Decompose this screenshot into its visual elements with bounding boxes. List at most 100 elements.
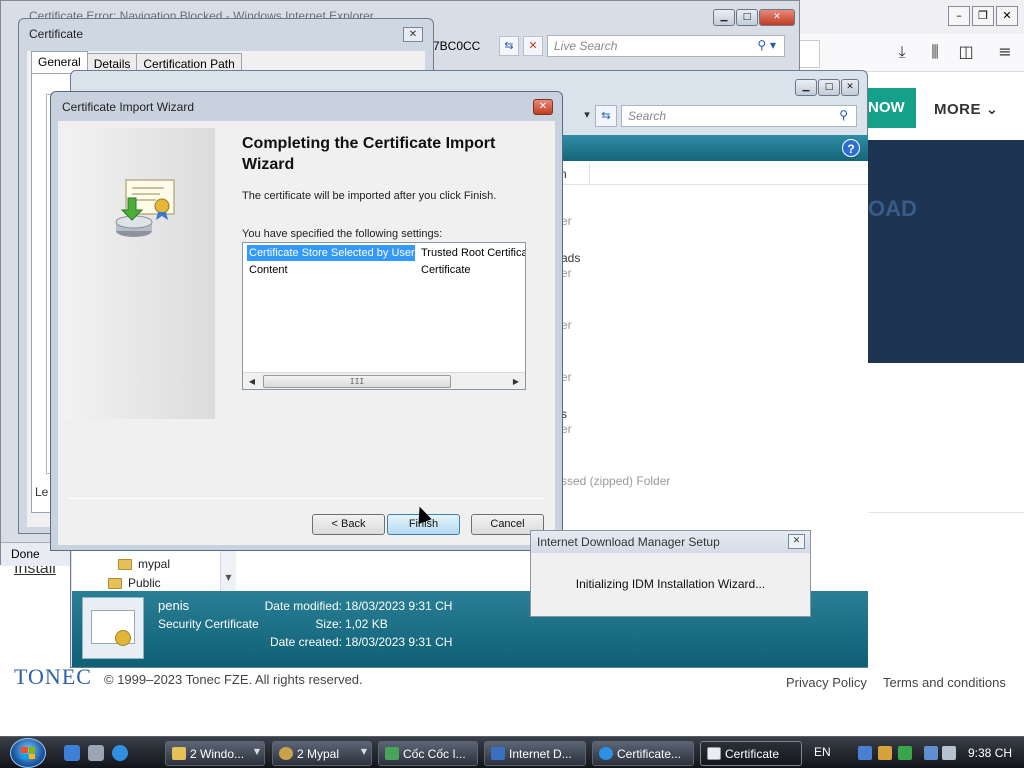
internet-explorer-icon[interactable] bbox=[112, 745, 128, 761]
tray-app-icon[interactable] bbox=[858, 746, 872, 760]
folder-icon bbox=[118, 558, 132, 570]
taskbar: 2 Windo... ▼ 2 Mypal ▼ Cốc Cốc I... Inte… bbox=[0, 736, 1024, 768]
dropdown-icon: ▼ bbox=[360, 747, 367, 756]
certificate-seal-icon bbox=[115, 630, 131, 646]
size-label: Size: bbox=[315, 617, 342, 631]
help-icon[interactable]: ? bbox=[842, 139, 860, 157]
certificate-import-wizard: Certificate Import Wizard ✕ Completing t… bbox=[50, 91, 563, 551]
close-icon[interactable]: ✕ bbox=[533, 99, 553, 115]
taskbar-button-label: Cốc Cốc I... bbox=[403, 747, 466, 761]
taskbar-button-certificate[interactable]: Certificate bbox=[700, 741, 802, 766]
close-icon[interactable]: ✕ bbox=[996, 6, 1018, 26]
divider bbox=[868, 512, 1024, 513]
taskbar-button-label: 2 Windo... bbox=[190, 747, 245, 761]
explorer-nav-bar: ▾ ⇆ Search ⚲ bbox=[583, 105, 863, 127]
file-type: Security Certificate bbox=[158, 617, 259, 631]
close-icon[interactable]: ✕ bbox=[759, 9, 795, 26]
live-search-input[interactable]: Live Search ⚲ ▾ bbox=[547, 35, 785, 57]
terms-link[interactable]: Terms and conditions bbox=[883, 675, 1006, 690]
wizard-separator bbox=[68, 498, 545, 499]
mypal-icon bbox=[279, 747, 293, 760]
windows-logo-icon bbox=[21, 747, 35, 759]
taskbar-button-label: Internet D... bbox=[509, 747, 572, 761]
language-indicator[interactable]: EN bbox=[814, 745, 831, 759]
list-item-fragment: ssed (zipped) Folder bbox=[561, 474, 671, 488]
hero-text: OAD bbox=[868, 196, 917, 221]
taskbar-button-certificate-ie[interactable]: Certificate... bbox=[592, 741, 694, 766]
stop-icon[interactable]: ✕ bbox=[523, 36, 543, 56]
dropdown-icon[interactable]: ▾ bbox=[583, 105, 591, 127]
back-button[interactable]: < Back bbox=[312, 514, 385, 535]
taskbar-button-label: 2 Mypal bbox=[297, 747, 340, 761]
date-modified-label: Date modified: bbox=[264, 599, 342, 613]
hero-banner bbox=[868, 140, 1024, 363]
list-item[interactable]: Content Certificate bbox=[243, 262, 525, 279]
idm-titlebar: Internet Download Manager Setup ✕ bbox=[531, 531, 810, 553]
search-icon[interactable]: ⚲ bbox=[839, 108, 848, 122]
close-icon[interactable]: ✕ bbox=[788, 534, 805, 549]
taskbar-button-windows[interactable]: 2 Windo... ▼ bbox=[165, 741, 265, 766]
search-icon[interactable]: ⚲ ▾ bbox=[757, 38, 776, 52]
nav-item-public[interactable]: Public bbox=[108, 576, 161, 590]
idm-icon bbox=[491, 747, 505, 760]
menu-icon[interactable]: ≡ bbox=[994, 42, 1016, 64]
idm-setup-dialog: Internet Download Manager Setup ✕ Initia… bbox=[530, 530, 811, 617]
wizard-title: Certificate Import Wizard bbox=[62, 100, 195, 114]
now-button[interactable]: NOW bbox=[866, 88, 916, 128]
column-separator[interactable] bbox=[589, 163, 590, 185]
date-modified-value: 18/03/2023 9:31 CH bbox=[345, 599, 453, 613]
network-icon[interactable] bbox=[924, 746, 938, 760]
scroll-left-icon[interactable]: ◀ bbox=[245, 375, 259, 388]
minimize-icon[interactable]: ▁ bbox=[713, 9, 735, 26]
settings-list[interactable]: Certificate Store Selected by User Trust… bbox=[242, 242, 526, 390]
scrollbar-thumb[interactable]: III bbox=[263, 375, 451, 388]
restore-icon[interactable]: ❐ bbox=[972, 6, 994, 26]
more-menu[interactable]: MORE ⌄ bbox=[934, 100, 999, 118]
horizontal-scrollbar[interactable]: ◀ III ▶ bbox=[243, 372, 525, 389]
close-icon[interactable]: ✕ bbox=[403, 27, 423, 42]
setting-value: Certificate bbox=[421, 264, 471, 276]
refresh-icon[interactable]: ⇆ bbox=[499, 36, 519, 56]
size-value: 1,02 KB bbox=[345, 617, 388, 631]
close-icon[interactable]: ✕ bbox=[841, 79, 859, 96]
maximize-icon[interactable]: □ bbox=[736, 9, 758, 26]
volume-icon[interactable] bbox=[942, 746, 956, 760]
taskbar-button-coccoc[interactable]: Cốc Cốc I... bbox=[378, 741, 478, 766]
address-fragment[interactable]: 7BC0CC bbox=[433, 39, 495, 53]
certificate-dialog-title: Certificate bbox=[29, 27, 84, 41]
nav-item-mypal[interactable]: mypal bbox=[118, 557, 170, 571]
setting-key: Certificate Store Selected by User bbox=[247, 245, 415, 261]
scroll-right-icon[interactable]: ▶ bbox=[509, 375, 523, 388]
wizard-side-panel bbox=[64, 128, 215, 419]
dropdown-icon: ▼ bbox=[253, 747, 260, 756]
sidebar-icon[interactable]: ◫ bbox=[955, 42, 977, 64]
ie-window-controls: ▁ □ ✕ bbox=[713, 9, 795, 26]
chevron-down-icon: ⌄ bbox=[985, 100, 999, 118]
date-created-value: 18/03/2023 9:31 CH bbox=[345, 635, 453, 649]
taskbar-button-internet-download[interactable]: Internet D... bbox=[484, 741, 586, 766]
library-icon[interactable]: ⫼ bbox=[924, 42, 946, 64]
explorer-search-input[interactable]: Search ⚲ bbox=[621, 105, 857, 127]
file-name: penis bbox=[158, 598, 190, 613]
security-shield-icon[interactable] bbox=[878, 746, 892, 760]
settings-label: You have specified the following setting… bbox=[242, 228, 443, 240]
firefox-window-controls: – ❐ ✕ bbox=[948, 6, 1018, 26]
wizard-heading: Completing the Certificate Import Wizard bbox=[242, 135, 496, 173]
clock[interactable]: 9:38 CH bbox=[968, 746, 1012, 760]
list-item[interactable]: Certificate Store Selected by User Trust… bbox=[243, 245, 525, 262]
taskbar-button-mypal[interactable]: 2 Mypal ▼ bbox=[272, 741, 372, 766]
setting-key: Content bbox=[249, 264, 288, 276]
idm-tray-icon[interactable] bbox=[898, 746, 912, 760]
start-button[interactable] bbox=[10, 738, 46, 768]
live-search-placeholder: Live Search bbox=[554, 39, 618, 53]
minimize-icon[interactable]: ▁ bbox=[795, 79, 817, 96]
explorer-search-placeholder: Search bbox=[628, 109, 667, 123]
refresh-icon[interactable]: ⇆ bbox=[595, 105, 617, 127]
show-desktop-icon[interactable] bbox=[64, 745, 80, 761]
maximize-icon[interactable]: □ bbox=[818, 79, 840, 96]
switch-windows-icon[interactable] bbox=[88, 745, 104, 761]
privacy-policy-link[interactable]: Privacy Policy bbox=[786, 675, 867, 690]
date-created-label: Date created: bbox=[269, 635, 342, 649]
download-icon[interactable]: ⤓ bbox=[891, 42, 913, 64]
minimize-icon[interactable]: – bbox=[948, 6, 970, 26]
